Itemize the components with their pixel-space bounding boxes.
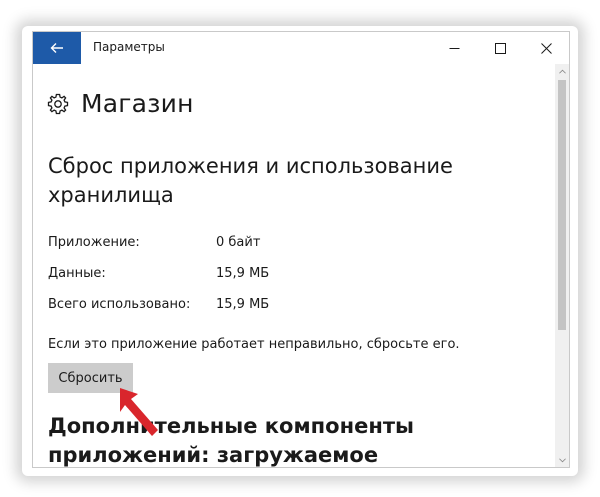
back-arrow-icon bbox=[50, 43, 63, 53]
title-bar: Параметры bbox=[33, 32, 569, 64]
info-value: 0 байт bbox=[216, 235, 261, 250]
reset-button[interactable]: Сбросить bbox=[48, 363, 133, 393]
scroll-down-button[interactable] bbox=[555, 453, 569, 467]
window-title: Параметры bbox=[93, 40, 165, 54]
info-value: 15,9 МБ bbox=[216, 266, 270, 281]
page-title: Магазин bbox=[81, 89, 194, 118]
scroll-up-button[interactable] bbox=[555, 64, 569, 78]
info-label: Данные: bbox=[48, 266, 106, 281]
info-value: 15,9 МБ bbox=[216, 297, 270, 312]
back-button[interactable] bbox=[33, 32, 81, 64]
screenshot-frame: Параметры Магазин Сброс приложения и исп… bbox=[0, 0, 600, 497]
vertical-scrollbar[interactable] bbox=[555, 64, 569, 467]
reset-hint-text: Если это приложение работает неправильно… bbox=[48, 337, 460, 352]
maximize-icon bbox=[494, 42, 506, 54]
close-button[interactable] bbox=[523, 32, 569, 64]
storage-section-title: Сброс приложения и использование хранили… bbox=[48, 154, 453, 207]
addons-section-title: Дополнительные компоненты приложений: за… bbox=[48, 414, 415, 467]
settings-window: Параметры Магазин Сброс приложения и исп… bbox=[32, 31, 570, 468]
scrollbar-thumb[interactable] bbox=[558, 80, 566, 330]
page-heading: Магазин bbox=[47, 89, 194, 118]
info-label: Приложение: bbox=[48, 235, 140, 250]
gear-icon bbox=[47, 93, 69, 115]
settings-content: Магазин Сброс приложения и использование… bbox=[33, 64, 555, 467]
minimize-icon bbox=[449, 47, 459, 49]
chevron-up-icon bbox=[558, 69, 566, 74]
info-label: Всего использовано: bbox=[48, 297, 191, 312]
close-icon bbox=[540, 42, 552, 54]
minimize-button[interactable] bbox=[431, 32, 477, 64]
chevron-down-icon bbox=[558, 457, 566, 462]
maximize-button[interactable] bbox=[477, 32, 523, 64]
